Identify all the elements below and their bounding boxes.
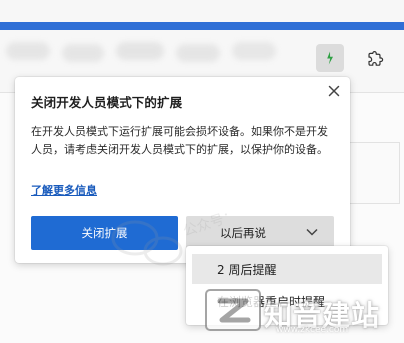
puzzle-icon <box>368 51 384 66</box>
extension-button[interactable] <box>316 44 344 72</box>
chevron-down-icon <box>306 228 318 236</box>
toolbar-blur <box>6 42 50 60</box>
extension-icon <box>327 51 333 65</box>
brand-watermark-url: www.zkcee.com <box>276 325 349 335</box>
toolbar-blur <box>232 42 276 60</box>
close-button[interactable] <box>325 82 343 100</box>
brand-watermark-logo <box>205 289 261 331</box>
brand-watermark: 知音建站 www.zkcee.com <box>204 282 394 338</box>
extensions-menu-button[interactable] <box>362 44 390 72</box>
toolbar-blur <box>116 42 164 60</box>
popup-body-text: 在开发人员模式下运行扩展可能会损坏设备。如果你不是开发人员，请考虑关闭开发人员模… <box>31 125 328 156</box>
toolbar-blur <box>62 44 104 62</box>
title-strip <box>0 0 404 22</box>
popup-title: 关闭开发人员模式下的扩展 <box>31 95 183 110</box>
close-icon <box>328 85 340 97</box>
toolbar-blur <box>176 44 220 62</box>
watermark-left-logo: 公众号：闪微网 <box>111 212 227 266</box>
learn-more-link[interactable]: 了解更多信息 <box>31 182 97 198</box>
watermark-left-text: 公众号：闪微网 <box>181 212 227 240</box>
